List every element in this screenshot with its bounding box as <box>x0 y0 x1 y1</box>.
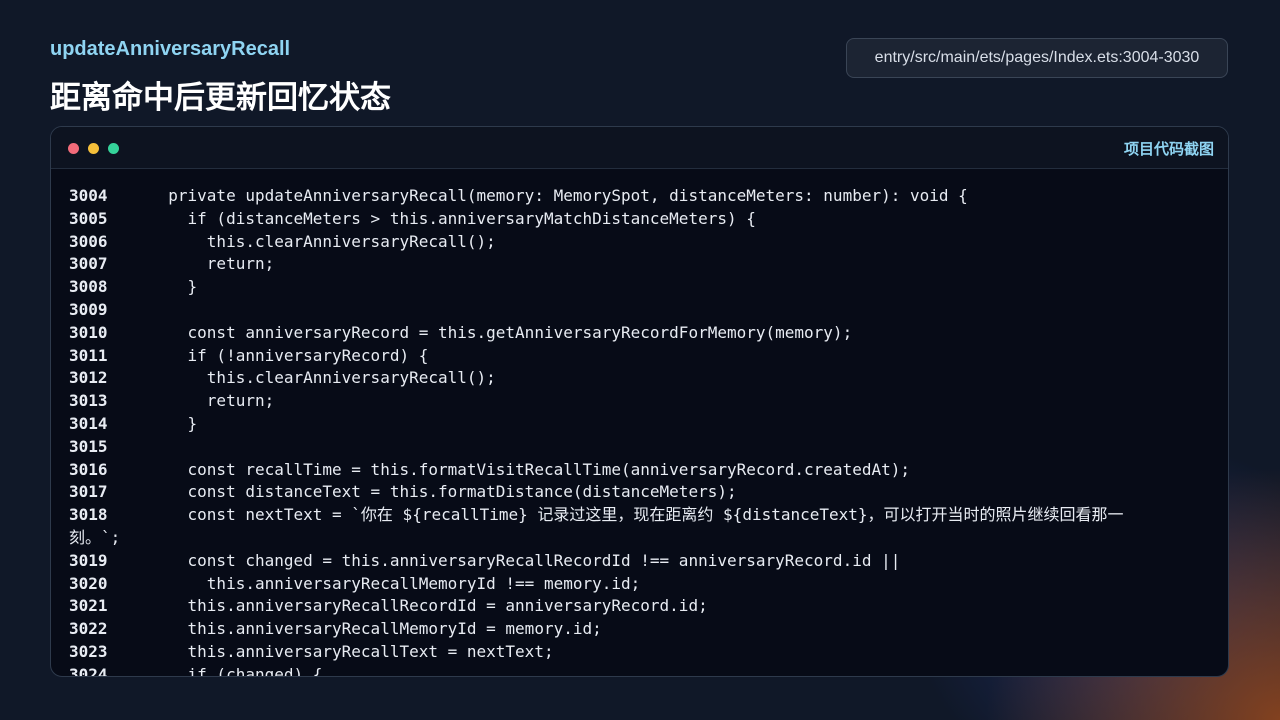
line-number: 3011 <box>69 345 108 365</box>
code-area: 3004 private updateAnniversaryRecall(mem… <box>51 185 1228 676</box>
line-number: 3019 <box>69 550 108 570</box>
code-text: const anniversaryRecord = this.getAnnive… <box>149 322 853 342</box>
code-text: this.clearAnniversaryRecall(); <box>149 368 496 388</box>
window-titlebar: 项目代码截图 <box>51 127 1228 169</box>
code-text: if (changed) { <box>149 664 323 677</box>
line-number: 3004 <box>69 186 108 205</box>
yellow-dot-icon <box>88 143 99 154</box>
line-number: 3005 <box>69 208 108 228</box>
code-line: 3014 } <box>51 413 1228 436</box>
code-line: 3024 if (changed) { <box>51 664 1228 677</box>
page-title: 距离命中后更新回忆状态 <box>50 80 391 116</box>
code-line: 3013 return; <box>51 390 1228 413</box>
code-line: 3020 this.anniversaryRecallMemoryId !== … <box>51 573 1228 596</box>
line-number: 3022 <box>69 619 108 639</box>
code-text: const distanceText = this.formatDistance… <box>149 482 737 502</box>
line-number: 3016 <box>69 459 108 479</box>
line-number: 3015 <box>69 436 108 456</box>
line-number: 3023 <box>69 641 108 661</box>
code-text: return; <box>149 391 275 411</box>
code-line: 3008 } <box>51 276 1228 299</box>
code-line: 3006 this.clearAnniversaryRecall(); <box>51 231 1228 254</box>
code-line: 3022 this.anniversaryRecallMemoryId = me… <box>51 618 1228 641</box>
code-text: this.anniversaryRecallMemoryId = memory.… <box>149 619 602 639</box>
code-text: const recallTime = this.formatVisitRecal… <box>149 459 910 479</box>
line-number: 3008 <box>69 277 108 297</box>
line-number: 3009 <box>69 299 108 319</box>
line-number: 3017 <box>69 482 108 502</box>
line-number: 3012 <box>69 368 108 388</box>
line-number: 3010 <box>69 322 108 342</box>
code-text: return; <box>149 254 275 274</box>
code-text: private updateAnniversaryRecall(memory: … <box>149 186 968 205</box>
function-name: updateAnniversaryRecall <box>50 38 291 60</box>
red-dot-icon <box>68 143 79 154</box>
code-line: 3017 const distanceText = this.formatDis… <box>51 481 1228 504</box>
line-number: 3013 <box>69 391 108 411</box>
line-number: 3007 <box>69 254 108 274</box>
window-label: 项目代码截图 <box>1123 140 1214 158</box>
line-number: 3006 <box>69 231 108 251</box>
line-number: 3020 <box>69 573 108 593</box>
code-line: 3011 if (!anniversaryRecord) { <box>51 345 1228 368</box>
code-text: this.clearAnniversaryRecall(); <box>149 231 496 251</box>
code-text: } <box>149 277 198 297</box>
line-number: 3018 <box>69 505 108 525</box>
green-dot-icon <box>108 143 119 154</box>
file-path-badge: entry/src/main/ets/pages/Index.ets:3004-… <box>846 38 1228 78</box>
code-text: this.anniversaryRecallText = nextText; <box>149 641 554 661</box>
line-number: 3021 <box>69 596 108 616</box>
code-line: 3010 const anniversaryRecord = this.getA… <box>51 322 1228 345</box>
code-line: 3019 const changed = this.anniversaryRec… <box>51 550 1228 573</box>
code-line: 3004 private updateAnniversaryRecall(mem… <box>51 185 1228 208</box>
line-number: 3024 <box>69 664 108 677</box>
code-line: 3016 const recallTime = this.formatVisit… <box>51 459 1228 482</box>
code-line: 3007 return; <box>51 253 1228 276</box>
code-line: 3012 this.clearAnniversaryRecall(); <box>51 367 1228 390</box>
code-text: if (distanceMeters > this.anniversaryMat… <box>149 208 756 228</box>
line-number: 3014 <box>69 413 108 433</box>
code-line-wrap: 刻。`; <box>69 527 121 547</box>
code-text: this.anniversaryRecallMemoryId !== memor… <box>149 573 641 593</box>
code-text: if (!anniversaryRecord) { <box>149 345 429 365</box>
code-line: 3018 const nextText = `你在 ${recallTime} … <box>51 504 1228 527</box>
code-line: 3015 <box>51 436 1228 459</box>
code-text: } <box>149 413 198 433</box>
code-line: 3021 this.anniversaryRecallRecordId = an… <box>51 595 1228 618</box>
code-line: 3023 this.anniversaryRecallText = nextTe… <box>51 641 1228 664</box>
code-text: const changed = this.anniversaryRecallRe… <box>149 550 901 570</box>
code-window: 项目代码截图 3004 private updateAnniversaryRec… <box>50 126 1229 677</box>
code-line: 3005 if (distanceMeters > this.anniversa… <box>51 208 1228 231</box>
code-text: this.anniversaryRecallRecordId = anniver… <box>149 596 708 616</box>
code-text: const nextText = `你在 ${recallTime} 记录过这里… <box>149 505 1124 525</box>
code-line: 3009 <box>51 299 1228 322</box>
